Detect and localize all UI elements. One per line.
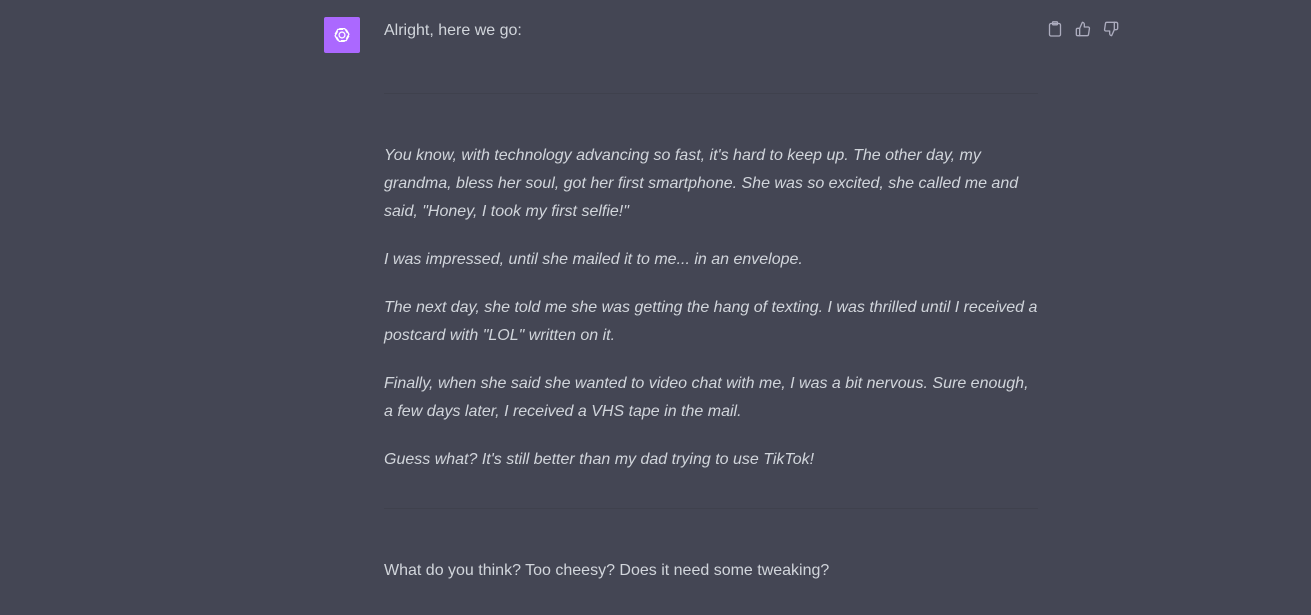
clipboard-icon <box>1048 21 1062 37</box>
joke-paragraph: You know, with technology advancing so f… <box>384 147 1019 220</box>
thumbs-down-icon <box>1103 21 1119 37</box>
copy-button[interactable] <box>1046 20 1064 38</box>
assistant-avatar <box>324 17 360 53</box>
divider-bottom <box>384 508 1038 509</box>
closing-question: What do you think? Too cheesy? Does it n… <box>384 562 830 579</box>
thumbs-down-button[interactable] <box>1102 20 1120 38</box>
joke-block: You know, with technology advancing so f… <box>384 142 1038 474</box>
thumbs-up-button[interactable] <box>1074 20 1092 38</box>
openai-logo-icon <box>334 27 350 43</box>
joke-paragraph: Finally, when she said she wanted to vid… <box>384 375 1029 420</box>
thumbs-up-icon <box>1075 21 1091 37</box>
message-content: Alright, here we go: You know, with tech… <box>384 19 1038 583</box>
joke-paragraph: The next day, she told me she was gettin… <box>384 299 1038 344</box>
intro-text: Alright, here we go: <box>384 22 522 39</box>
assistant-message: Alright, here we go: You know, with tech… <box>0 0 1311 615</box>
joke-paragraph: I was impressed, until she mailed it to … <box>384 251 803 268</box>
joke-paragraph: Guess what? It's still better than my da… <box>384 451 815 468</box>
message-actions <box>1046 20 1120 38</box>
divider-top <box>384 93 1038 94</box>
